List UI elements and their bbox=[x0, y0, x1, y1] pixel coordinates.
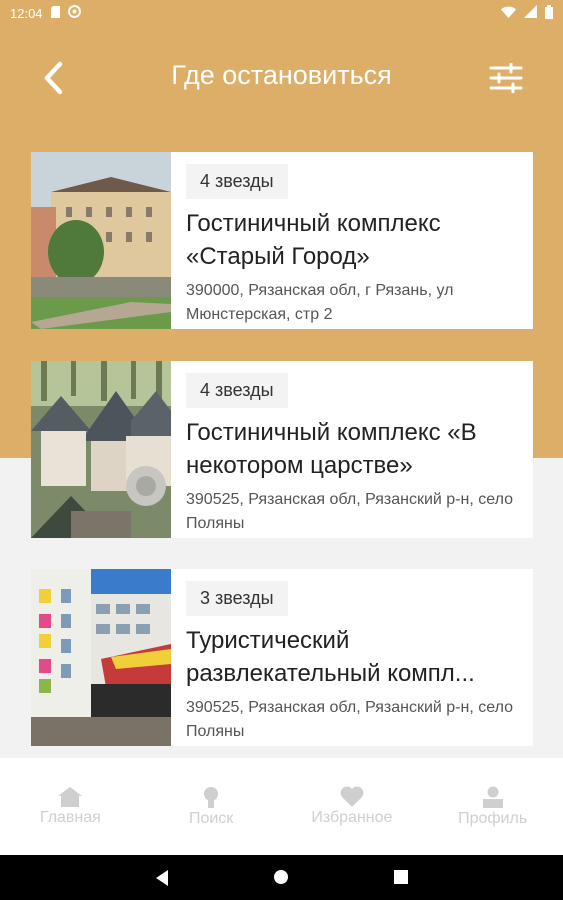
status-time: 12:04 bbox=[10, 5, 43, 21]
wifi-icon bbox=[501, 6, 516, 21]
filter-button[interactable] bbox=[482, 56, 530, 100]
signal-icon bbox=[524, 5, 537, 21]
filter-sliders-icon bbox=[489, 63, 523, 93]
system-home-icon[interactable] bbox=[273, 869, 289, 885]
status-bar: 12:04 bbox=[0, 0, 563, 26]
hotel-photo bbox=[31, 361, 171, 538]
hotel-address: 390000, Рязанская обл, г Рязань, ул Мюнс… bbox=[186, 282, 454, 323]
battery-icon bbox=[545, 4, 553, 22]
nav-favorites-label: Избранное bbox=[311, 809, 393, 826]
nav-favorites[interactable]: Избранное bbox=[282, 758, 423, 855]
hotel-card[interactable]: 4 звезды Гостиничный комплекс «В некотор… bbox=[31, 361, 533, 538]
hotel-stars-badge: 3 звезды bbox=[186, 581, 288, 616]
hotel-name: Туристический развлекательный компл... bbox=[186, 627, 475, 687]
heart-icon bbox=[340, 786, 364, 807]
sd-card-icon bbox=[50, 5, 62, 21]
page-title: Где остановиться bbox=[171, 60, 392, 90]
hotel-photo bbox=[31, 569, 171, 746]
hotel-name: Гостиничный комплекс «В некотором царств… bbox=[186, 419, 477, 479]
bottom-navigation: Главная Поиск Избранное Профиль bbox=[0, 758, 563, 855]
vpn-icon bbox=[67, 5, 81, 21]
app-bar: Где остановиться bbox=[0, 26, 563, 126]
system-navigation-bar bbox=[0, 855, 563, 900]
hotel-card[interactable]: 4 звезды Гостиничный комплекс «Старый Го… bbox=[31, 152, 533, 329]
system-back-icon[interactable] bbox=[154, 869, 170, 887]
hotel-stars-badge: 4 звезды bbox=[186, 164, 288, 199]
hotel-stars-badge: 4 звезды bbox=[186, 373, 288, 408]
nav-home-label: Главная bbox=[39, 808, 101, 826]
nav-profile-label: Профиль bbox=[458, 809, 528, 827]
hotel-address: 390525, Рязанская обл, Рязанский р-н, се… bbox=[186, 491, 514, 532]
nav-profile[interactable]: Профиль bbox=[422, 758, 563, 855]
hotel-photo bbox=[31, 152, 171, 329]
profile-icon bbox=[482, 786, 503, 808]
system-recents-icon[interactable] bbox=[394, 870, 408, 884]
nav-search-label: Поиск bbox=[188, 809, 234, 827]
hotel-card[interactable]: 3 звезды Туристический развлекательный к… bbox=[31, 569, 533, 746]
home-icon bbox=[58, 786, 83, 807]
hotel-name: Гостиничный комплекс «Старый Город» bbox=[186, 210, 441, 270]
nav-home[interactable]: Главная bbox=[0, 758, 141, 855]
nav-search[interactable]: Поиск bbox=[141, 758, 282, 855]
location-search-icon bbox=[204, 786, 219, 808]
hotel-address: 390525, Рязанская обл, Рязанский р-н, се… bbox=[186, 699, 514, 740]
